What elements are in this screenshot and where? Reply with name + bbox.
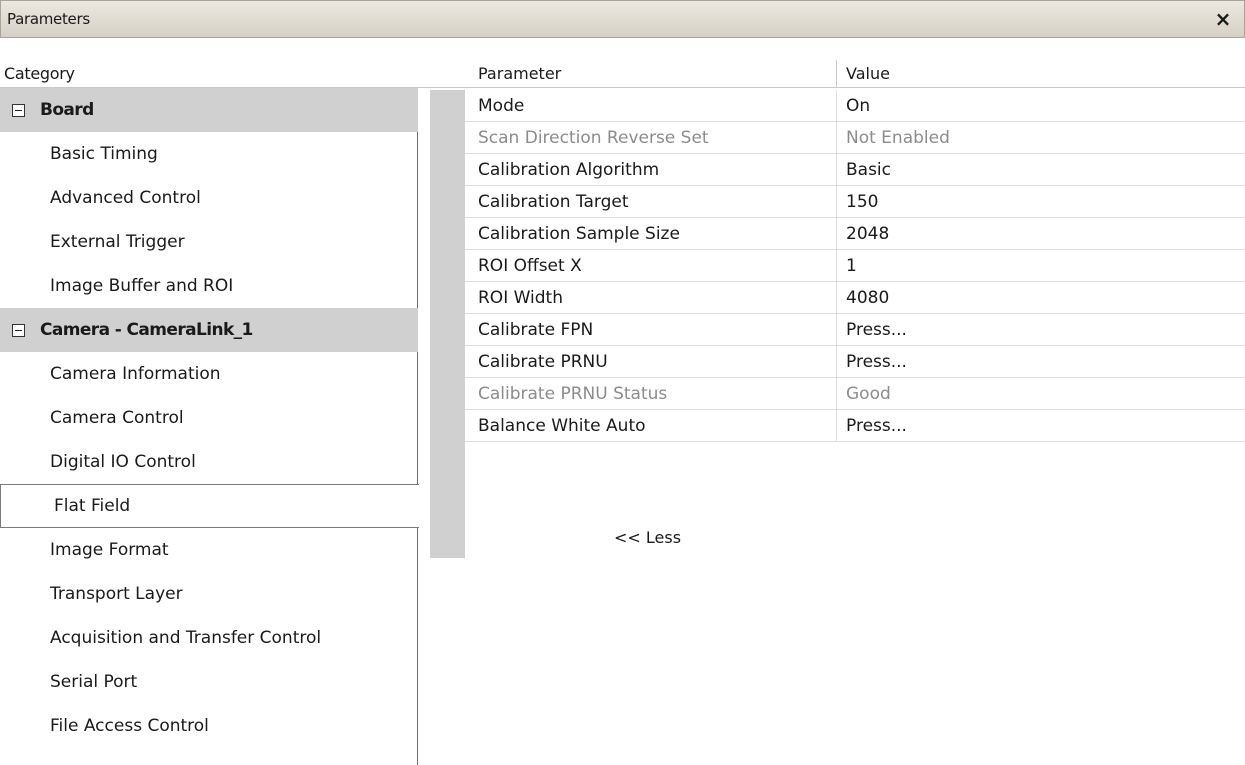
- header-separator[interactable]: [836, 60, 837, 88]
- category-label: Digital IO Control: [50, 452, 196, 472]
- parameter-row[interactable]: Calibrate FPN Press...: [465, 314, 1245, 346]
- column-divider: [836, 314, 837, 346]
- column-divider: [836, 90, 837, 122]
- category-label: Camera Information: [50, 364, 221, 384]
- category-item-file-access-control[interactable]: File Access Control: [0, 704, 418, 748]
- title-bar: Parameters ×: [0, 0, 1245, 38]
- column-header: Category Parameter Value: [0, 60, 1245, 88]
- parameter-name: Calibrate PRNU: [478, 352, 608, 372]
- category-item-digital-io-control[interactable]: Digital IO Control: [0, 440, 418, 484]
- value-header[interactable]: Value: [846, 64, 890, 83]
- column-divider: [836, 186, 837, 218]
- column-divider: [836, 378, 837, 410]
- category-item-serial-port[interactable]: Serial Port: [0, 660, 418, 704]
- parameter-row[interactable]: Mode On: [465, 90, 1245, 122]
- parameter-value[interactable]: Press...: [846, 352, 907, 372]
- category-group-board[interactable]: Board: [0, 88, 418, 132]
- parameter-row[interactable]: Calibration Target 150: [465, 186, 1245, 218]
- category-item-image-buffer-and-roi[interactable]: Image Buffer and ROI: [0, 264, 418, 308]
- column-divider: [836, 154, 837, 186]
- category-label: Advanced Control: [50, 188, 201, 208]
- parameter-name: Mode: [478, 96, 525, 116]
- category-item-advanced-control[interactable]: Advanced Control: [0, 176, 418, 220]
- category-item-transport-layer[interactable]: Transport Layer: [0, 572, 418, 616]
- category-label: Acquisition and Transfer Control: [50, 628, 322, 648]
- parameter-name: Calibration Sample Size: [478, 224, 680, 244]
- column-divider: [836, 282, 837, 314]
- category-label: Camera Control: [50, 408, 184, 428]
- parameter-name: Calibrate PRNU Status: [478, 384, 668, 404]
- parameter-row[interactable]: Calibration Sample Size 2048: [465, 218, 1245, 250]
- column-divider: [836, 122, 837, 154]
- parameter-name: Calibration Target: [478, 192, 629, 212]
- parameter-name: ROI Width: [478, 288, 563, 308]
- category-label: Flat Field: [54, 496, 131, 516]
- collapse-icon[interactable]: [12, 324, 25, 337]
- parameter-row[interactable]: ROI Offset X 1: [465, 250, 1245, 282]
- less-button[interactable]: << Less: [614, 528, 681, 547]
- column-divider: [836, 250, 837, 282]
- parameter-value: Good: [846, 384, 891, 404]
- category-item-camera-information[interactable]: Camera Information: [0, 352, 418, 396]
- category-label: Image Format: [50, 540, 169, 560]
- category-label: Serial Port: [50, 672, 138, 692]
- parameter-row[interactable]: Calibrate PRNU Press...: [465, 346, 1245, 378]
- category-item-camera-control[interactable]: Camera Control: [0, 396, 418, 440]
- close-icon[interactable]: ×: [1208, 4, 1238, 34]
- category-item-acquisition-and-transfer-control[interactable]: Acquisition and Transfer Control: [0, 616, 418, 660]
- parameter-name: Calibration Algorithm: [478, 160, 660, 180]
- category-header: Category: [4, 64, 75, 83]
- parameter-value[interactable]: On: [846, 96, 870, 116]
- parameter-value[interactable]: 1: [846, 256, 857, 276]
- parameter-value[interactable]: 2048: [846, 224, 889, 244]
- category-label: External Trigger: [50, 232, 185, 252]
- category-item-external-trigger[interactable]: External Trigger: [0, 220, 418, 264]
- parameter-name: Scan Direction Reverse Set: [478, 128, 709, 148]
- parameter-value[interactable]: 4080: [846, 288, 889, 308]
- parameter-name: Balance White Auto: [478, 416, 646, 436]
- category-item-flat-field[interactable]: Flat Field: [0, 484, 419, 528]
- parameter-name: Calibrate FPN: [478, 320, 594, 340]
- category-label: Transport Layer: [50, 584, 183, 604]
- row-header-gutter: [430, 90, 465, 558]
- parameter-row[interactable]: ROI Width 4080: [465, 282, 1245, 314]
- column-divider: [836, 346, 837, 378]
- collapse-icon[interactable]: [12, 104, 25, 117]
- category-label: Image Buffer and ROI: [50, 276, 234, 296]
- column-divider: [836, 218, 837, 250]
- category-item-basic-timing[interactable]: Basic Timing: [0, 132, 418, 176]
- parameter-value: Not Enabled: [846, 128, 950, 148]
- parameter-name: ROI Offset X: [478, 256, 582, 276]
- category-label: Basic Timing: [50, 144, 158, 164]
- category-label: File Access Control: [50, 716, 209, 736]
- column-divider: [836, 410, 837, 442]
- parameter-row[interactable]: Calibration Algorithm Basic: [465, 154, 1245, 186]
- parameter-header[interactable]: Parameter: [478, 64, 561, 83]
- parameter-row[interactable]: Calibrate PRNU Status Good: [465, 378, 1245, 410]
- parameter-row[interactable]: Scan Direction Reverse Set Not Enabled: [465, 122, 1245, 154]
- category-label: Camera - CameraLink_1: [40, 320, 253, 340]
- parameter-value[interactable]: Press...: [846, 320, 907, 340]
- parameter-row[interactable]: Balance White Auto Press...: [465, 410, 1245, 442]
- parameter-value[interactable]: Press...: [846, 416, 907, 436]
- category-group-camera-cameralink-1[interactable]: Camera - CameraLink_1: [0, 308, 418, 352]
- category-item-image-format[interactable]: Image Format: [0, 528, 418, 572]
- window-title: Parameters: [7, 10, 90, 28]
- parameter-value[interactable]: Basic: [846, 160, 891, 180]
- category-panel: Board Basic Timing Advanced Control Externa…: [0, 88, 419, 765]
- parameter-value[interactable]: 150: [846, 192, 878, 212]
